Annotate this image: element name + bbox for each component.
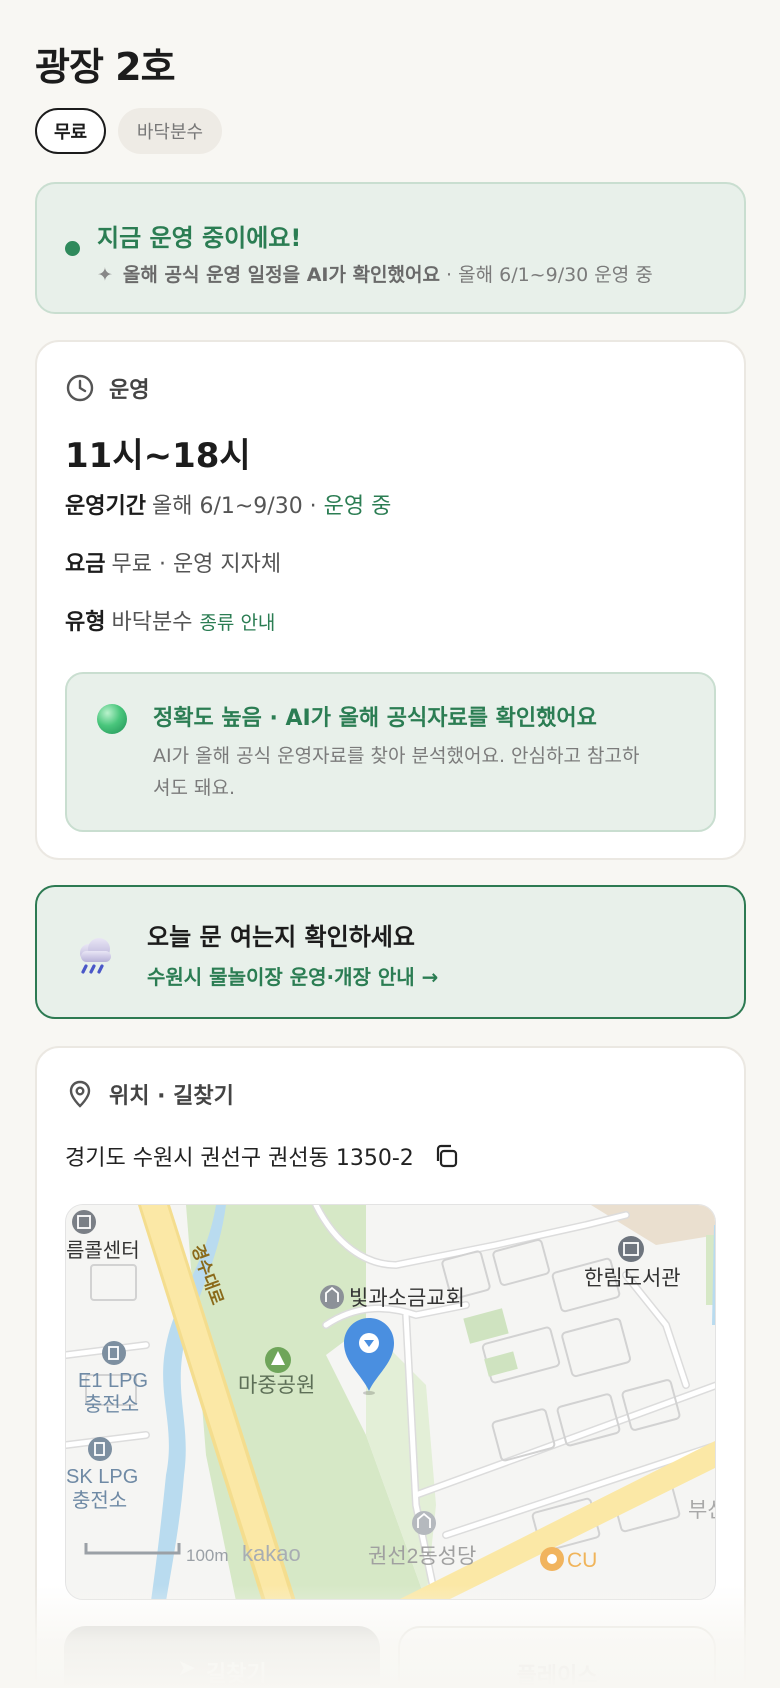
operating-status-card: 지금 운영 중이에요! ✦ 올해 공식 운영 일정을 AI가 확인했어요 · 올해… (35, 182, 746, 314)
fee-row: 요금 무료 · 운영 지자체 (65, 546, 281, 578)
church-poi-icon (320, 1285, 344, 1309)
map-label-sk-sub: 충전소 (72, 1489, 127, 1512)
map-label-park: 마중공원 (238, 1374, 315, 1397)
type-row: 유형 바닥분수 종류 안내 (65, 604, 275, 636)
location-pin-icon (69, 1080, 91, 1108)
hours-card: 운영 11시~18시 운영기간 올해 6/1~9/30 · 운영 중 요금 무료 ·… (35, 340, 746, 860)
clock-icon (66, 374, 94, 402)
location-section-header: 위치 · 길찾기 (65, 1078, 234, 1110)
map-label-call-center: 름콜센터 (66, 1239, 140, 1262)
type-guide-link[interactable]: 종류 안내 (199, 612, 275, 634)
directions-button[interactable]: ➤ 길찾기 (64, 1626, 380, 1688)
location-heading: 위치 · 길찾기 (109, 1084, 234, 1109)
gas-station-sk-icon (88, 1437, 112, 1461)
map-brand-logo: kakao (242, 1541, 301, 1566)
send-arrow-icon: ➤ (177, 1656, 196, 1681)
cu-store-icon (540, 1547, 564, 1571)
status-dot-icon (65, 241, 80, 256)
address-row: 경기도 수원시 권선구 권선동 1350-2 (65, 1140, 460, 1172)
map-label-cathedral: 권선2동성당 (368, 1545, 476, 1568)
period-row: 운영기간 올해 6/1~9/30 · 운영 중 (65, 488, 391, 520)
call-center-poi-icon (72, 1210, 96, 1234)
hours-heading: 운영 (109, 378, 150, 403)
location-card: 위치 · 길찾기 경기도 수원시 권선구 권선동 1350-2 름콜센터 경수대… (35, 1046, 746, 1688)
type-value: 바닥분수 (111, 610, 193, 635)
check-open-notice-card[interactable]: 오늘 문 여는지 확인하세요 수원시 물놀이장 운영·개장 안내 → (35, 885, 746, 1019)
map-canvas[interactable]: 름콜센터 경수대로 빛과소금교회 한림도서관 마중공원 E1 LPG 충전소 S… (66, 1205, 716, 1600)
map-label-sk: SK LPG (66, 1466, 138, 1488)
sparkle-icon: ✦ (97, 264, 113, 286)
operating-hours: 11시~18시 (65, 436, 251, 476)
park-poi-icon (265, 1347, 291, 1373)
hours-section-header: 운영 (65, 372, 149, 404)
type-label: 유형 (65, 610, 106, 635)
map-view[interactable]: 름콜센터 경수대로 빛과소금교회 한림도서관 마중공원 E1 LPG 충전소 S… (65, 1204, 716, 1600)
map-label-e1-sub: 충전소 (84, 1393, 139, 1416)
accuracy-description: AI가 올해 공식 운영자료를 찾아 분석했어요. 안심하고 참고하셔도 돼요. (153, 745, 640, 799)
map-label-busan: 부산 (688, 1499, 716, 1522)
status-sub-rest: · 올해 6/1~9/30 운영 중 (439, 264, 653, 286)
status-sub-bold: 올해 공식 운영 일정을 AI가 확인했어요 (122, 264, 440, 286)
copy-icon[interactable] (432, 1142, 460, 1170)
place-button[interactable]: 플레이스 (398, 1626, 716, 1688)
fee-value: 무료 · 운영 지자체 (111, 552, 282, 577)
directions-label: 길찾기 (205, 1662, 267, 1687)
gas-station-e1-icon (102, 1341, 126, 1365)
address-text: 경기도 수원시 권선구 권선동 1350-2 (65, 1146, 414, 1171)
page: 광장 2호 무료 바닥분수 지금 운영 중이에요! ✦ 올해 공식 운영 일정을 … (0, 0, 780, 1688)
map-label-church: 빛과소금교회 (349, 1287, 465, 1310)
accuracy-indicator-icon (97, 704, 127, 734)
action-bar: ➤ 길찾기 플레이스 (0, 1626, 780, 1688)
notice-title: 오늘 문 여는지 확인하세요 (147, 923, 415, 951)
library-poi-icon (618, 1236, 644, 1262)
page-title: 광장 2호 (35, 45, 176, 89)
place-label: 플레이스 (516, 1664, 598, 1688)
chip-free[interactable]: 무료 (35, 108, 106, 154)
notice-link[interactable]: 수원시 물놀이장 운영·개장 안내 → (147, 961, 438, 990)
period-value: 올해 6/1~9/30 · (151, 494, 317, 519)
map-label-e1: E1 LPG (78, 1370, 148, 1392)
cathedral-poi-icon (412, 1511, 436, 1535)
status-title: 지금 운영 중이에요! (97, 224, 302, 252)
map-label-library: 한림도서관 (584, 1267, 681, 1290)
fee-label: 요금 (65, 552, 106, 577)
map-label-cu: CU (567, 1549, 597, 1572)
status-subtitle: ✦ 올해 공식 운영 일정을 AI가 확인했어요 · 올해 6/1~9/30 운영… (97, 260, 653, 287)
rain-cloud-icon (80, 938, 111, 974)
period-label: 운영기간 (65, 494, 146, 519)
map-scale-label: 100m (186, 1546, 229, 1565)
accuracy-box: 정확도 높음 · AI가 올해 공식자료를 확인했어요 AI가 올해 공식 운영… (65, 672, 716, 832)
period-status: 운영 중 (323, 494, 392, 519)
chip-floor-fountain[interactable]: 바닥분수 (118, 108, 222, 154)
accuracy-title: 정확도 높음 · AI가 올해 공식자료를 확인했어요 (153, 706, 597, 731)
